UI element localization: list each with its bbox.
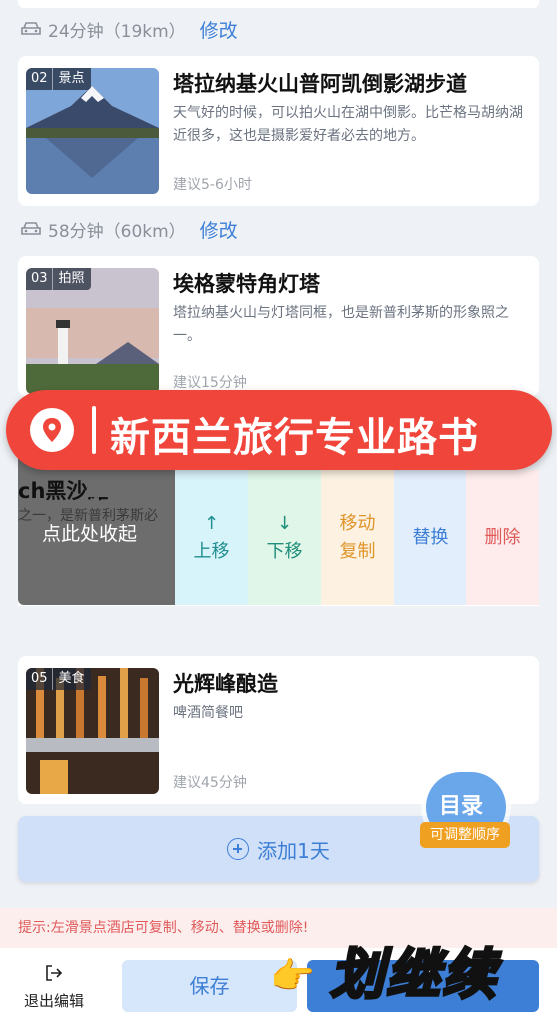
banner-divider (92, 406, 96, 454)
toc-badge: 可调整顺序 (420, 822, 510, 848)
arrow-up-icon: ↑ (203, 512, 220, 534)
itinerary-card-02[interactable]: 02 景点 塔拉纳基火山普阿凯倒影湖步道 天气好的时候，可以拍火山在湖中倒影。比芒… (18, 56, 539, 206)
route-info-1: 24分钟（19km） 修改 (20, 12, 238, 46)
card-title: 塔拉纳基火山普阿凯倒影湖步道 (173, 72, 467, 96)
exit-icon (46, 965, 63, 981)
promo-banner: 新西兰旅行专业路书 (6, 390, 552, 470)
card-duration: 建议15分钟 (173, 375, 247, 391)
card-title: 光辉峰酿造 (173, 672, 278, 696)
plus-circle-icon (227, 838, 250, 860)
exit-edit-label: 退出编辑 (23, 992, 84, 1010)
move-up-button[interactable]: ↑ 上移 (175, 470, 248, 605)
car-icon (21, 22, 41, 35)
location-pin-icon (30, 408, 74, 452)
route-time: 24分钟（19km） (48, 21, 186, 42)
card-tag: 02 景点 (26, 68, 91, 90)
overlay-caption: 划继续 (329, 942, 498, 1008)
collapse-label: 点此处收起 (42, 523, 138, 545)
collapse-button[interactable]: ch黑沙滩 之一，是新普利茅斯必 点此处收起 (18, 455, 175, 605)
card-tag: 03 拍照 (26, 268, 91, 290)
itinerary-card-03[interactable]: 03 拍照 埃格蒙特角灯塔 塔拉纳基火山与灯塔同框，也是新普利茅斯的形象照之一。 … (18, 256, 539, 396)
delete-button[interactable]: 删除 (466, 470, 539, 605)
toc-label: 目录 (439, 794, 484, 819)
card-title: 埃格蒙特角灯塔 (173, 272, 320, 296)
route-edit-link[interactable]: 修改 (200, 16, 238, 43)
move-down-label: 下移 (266, 540, 303, 562)
card-description: 啤酒简餐吧 (173, 705, 243, 721)
card-image-beer-taps: 05 美食 (26, 668, 159, 794)
move-label: 移动 (339, 512, 376, 534)
replace-label: 替换 (412, 526, 449, 548)
card-duration: 建议45分钟 (173, 775, 247, 791)
exit-edit-button[interactable]: 退出编辑 (14, 962, 94, 1014)
route-info-2: 58分钟（60km） 修改 (20, 212, 238, 246)
banner-text: 新西兰旅行专业路书 (110, 415, 479, 461)
route-time: 58分钟（60km） (48, 221, 186, 242)
arrow-down-icon: ↓ (276, 512, 293, 534)
card-image-lighthouse: 03 拍照 (26, 268, 159, 394)
delete-label: 删除 (484, 526, 521, 548)
route-edit-link[interactable]: 修改 (200, 216, 238, 243)
move-up-label: 上移 (193, 540, 230, 562)
previous-card-edge (18, 0, 539, 8)
copy-label: 复制 (339, 540, 376, 562)
card-description: 天气好的时候，可以拍火山在湖中倒影。比芒格马胡纳湖近很多，这也是摄影爱好者必去的… (173, 105, 523, 144)
card-image-volcano-lake: 02 景点 (26, 68, 159, 194)
card-duration: 建议5-6小时 (173, 177, 252, 193)
replace-button[interactable]: 替换 (394, 470, 467, 605)
car-icon (21, 222, 41, 235)
card-description: 塔拉纳基火山与灯塔同框，也是新普利茅斯的形象照之一。 (173, 305, 509, 344)
add-day-label: 添加1天 (257, 838, 330, 863)
move-copy-button[interactable]: 移动 复制 (321, 470, 394, 605)
card-tag: 05 美食 (26, 668, 91, 690)
move-down-button[interactable]: ↓ 下移 (248, 470, 321, 605)
pointing-hand-icon: 👉 (270, 956, 315, 997)
